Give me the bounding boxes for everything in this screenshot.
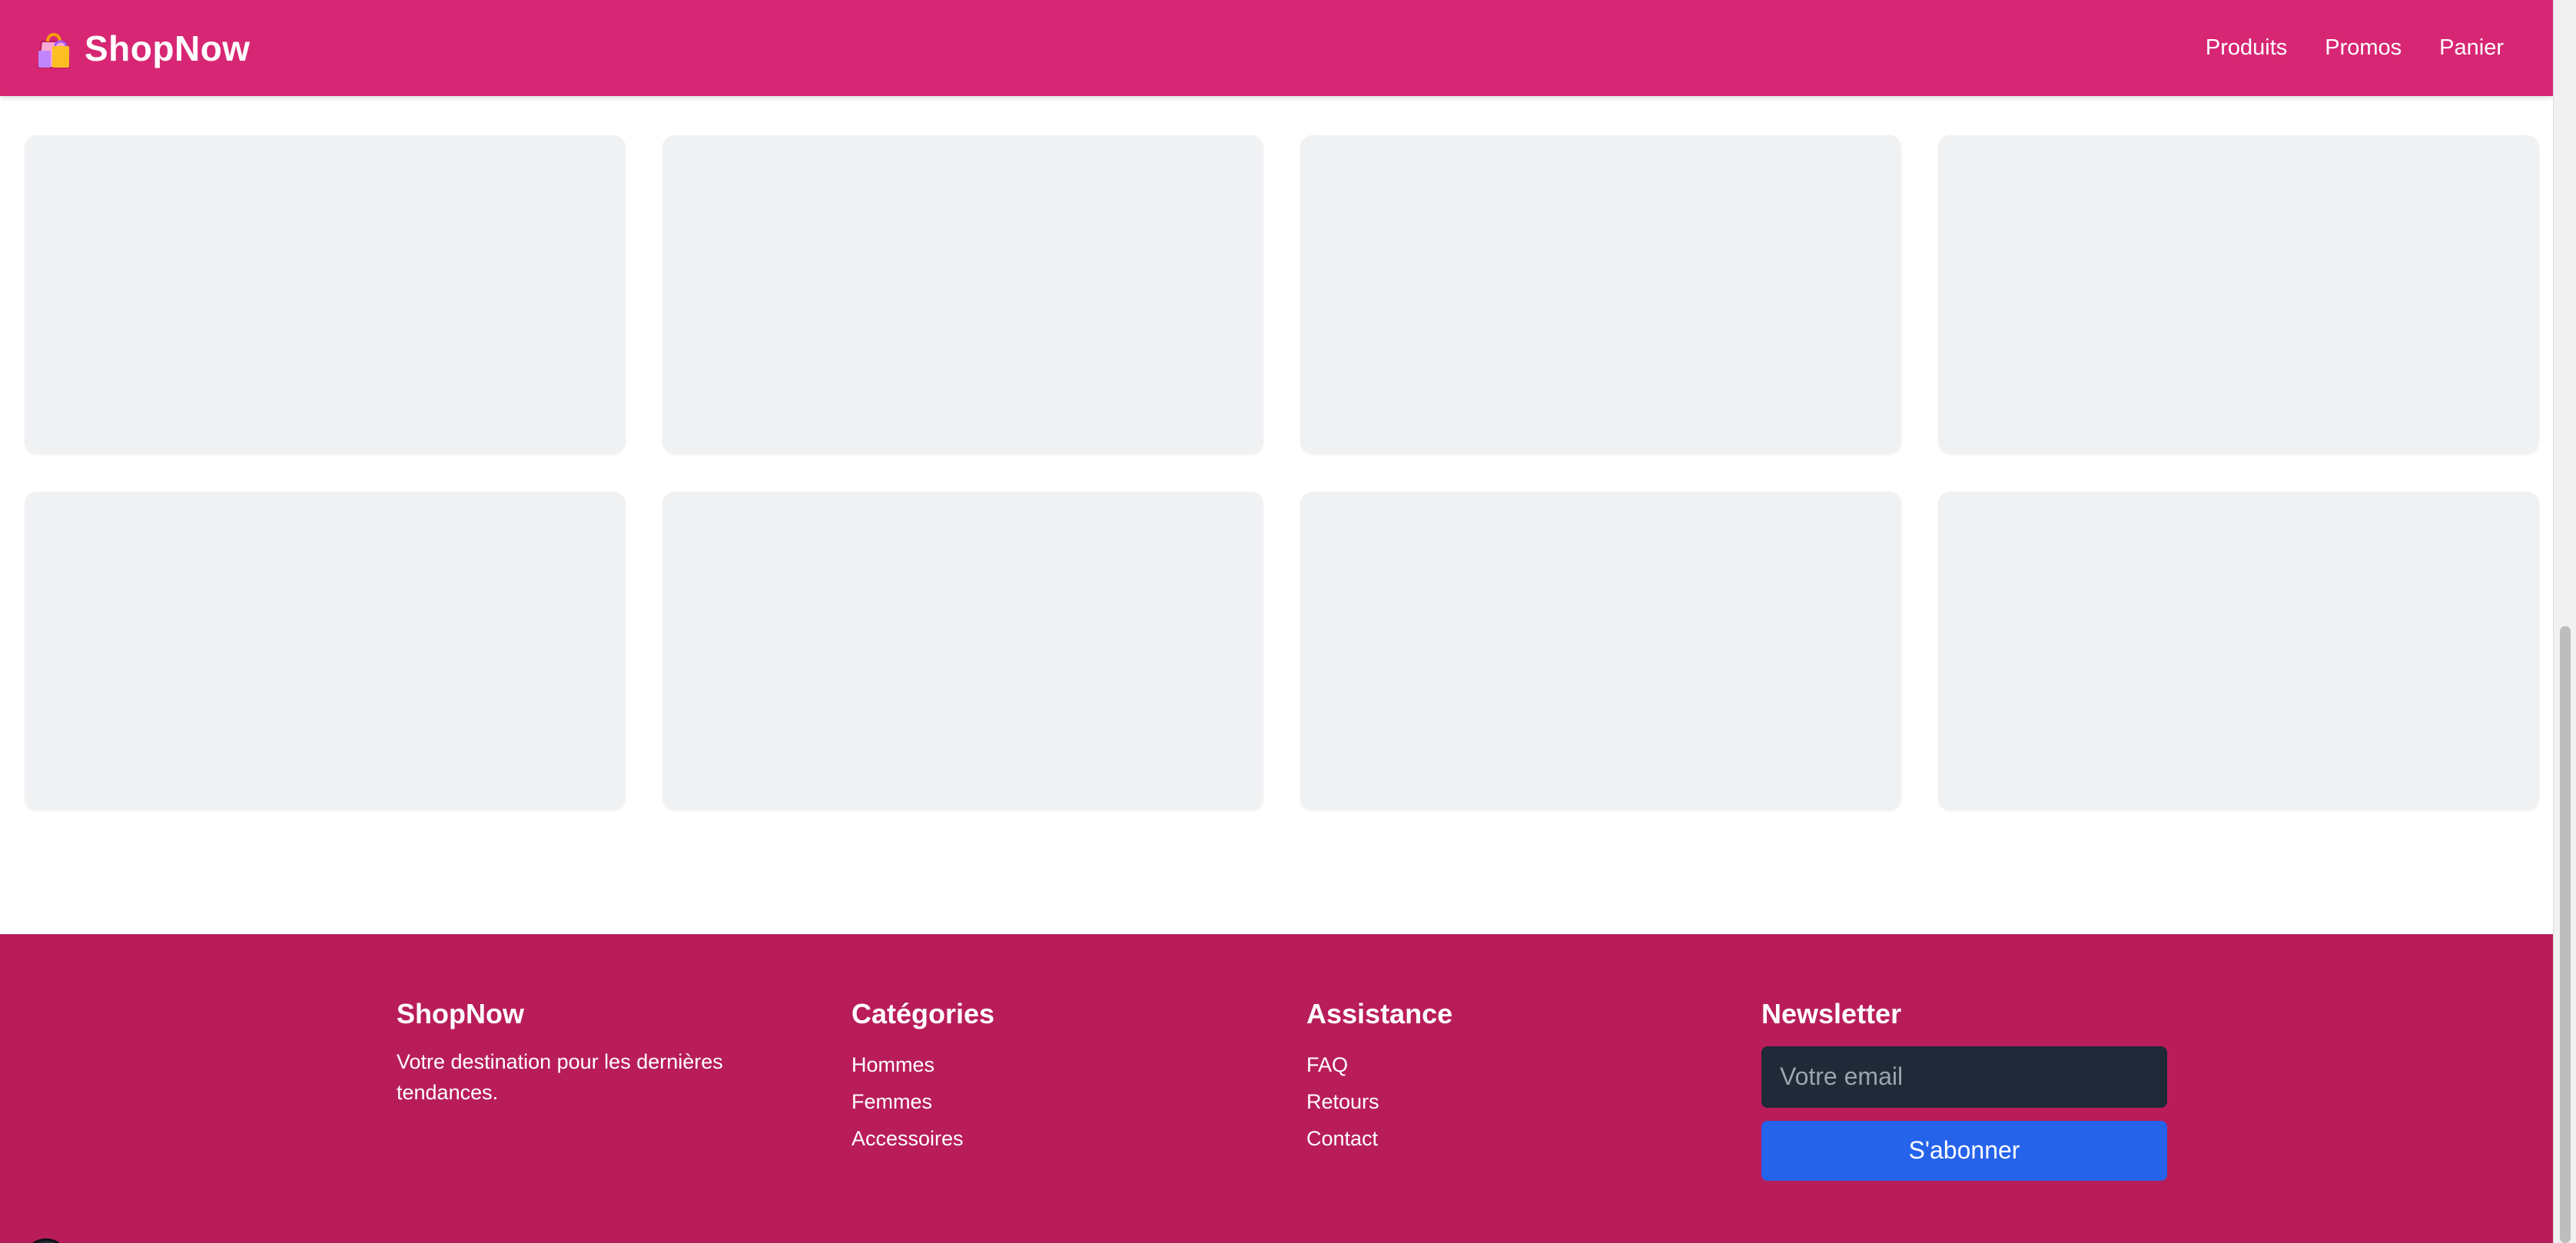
footer-support-title: Assistance: [1306, 998, 1453, 1029]
product-card-skeleton: [1938, 135, 2539, 454]
footer-link-femmes[interactable]: Femmes: [851, 1083, 1306, 1120]
main-content: ShopNow Produits Promos Panier ShopNow V…: [0, 0, 2553, 1243]
product-card-skeleton: [662, 492, 1263, 810]
footer-link-accessoires[interactable]: Accessoires: [851, 1120, 1306, 1157]
footer-about-text: Votre destination pour les dernières ten…: [397, 1049, 723, 1104]
footer-link-contact[interactable]: Contact: [1306, 1120, 1761, 1157]
site-footer: ShopNow Votre destination pour les derni…: [0, 934, 2553, 1243]
footer-categories-title: Catégories: [851, 998, 995, 1029]
main-nav: Produits Promos Panier: [2206, 35, 2504, 61]
footer-support-list: FAQ Retours Contact: [1306, 1046, 1761, 1157]
footer-about-title: ShopNow: [397, 998, 524, 1029]
footer-link-faq[interactable]: FAQ: [1306, 1046, 1761, 1083]
subscribe-button[interactable]: S'abonner: [1761, 1120, 2167, 1181]
footer-support: Assistance FAQ Retours Contact: [1306, 999, 1761, 1181]
shopping-bags-icon: [35, 28, 74, 69]
footer-columns: ShopNow Votre destination pour les derni…: [397, 999, 2167, 1181]
product-card-skeleton: [1300, 492, 1901, 810]
brand-name: ShopNow: [85, 28, 251, 68]
product-card-skeleton: [25, 492, 626, 810]
product-card-skeleton: [1938, 492, 2539, 810]
product-grid: [25, 135, 2541, 810]
top-navbar: ShopNow Produits Promos Panier: [0, 0, 2553, 96]
footer-newsletter: Newsletter S'abonner: [1761, 999, 2167, 1181]
newsletter-email-input[interactable]: [1761, 1046, 2167, 1108]
page: ShopNow Produits Promos Panier ShopNow V…: [0, 0, 2576, 1243]
footer-categories-list: Hommes Femmes Accessoires: [851, 1046, 1306, 1157]
product-card-skeleton: [662, 135, 1263, 454]
page-scrollbar[interactable]: [2553, 0, 2576, 1243]
footer-about: ShopNow Votre destination pour les derni…: [397, 999, 851, 1181]
nav-link-produits[interactable]: Produits: [2206, 35, 2287, 61]
nav-link-panier[interactable]: Panier: [2439, 35, 2504, 61]
nav-link-promos[interactable]: Promos: [2325, 35, 2402, 61]
footer-link-hommes[interactable]: Hommes: [851, 1046, 1306, 1083]
brand-logo[interactable]: ShopNow: [35, 28, 251, 69]
scrollbar-thumb[interactable]: [2560, 626, 2571, 1243]
footer-link-retours[interactable]: Retours: [1306, 1083, 1761, 1120]
footer-newsletter-title: Newsletter: [1761, 998, 1902, 1029]
product-card-skeleton: [1300, 135, 1901, 454]
product-card-skeleton: [25, 135, 626, 454]
footer-categories: Catégories Hommes Femmes Accessoires: [851, 999, 1306, 1181]
